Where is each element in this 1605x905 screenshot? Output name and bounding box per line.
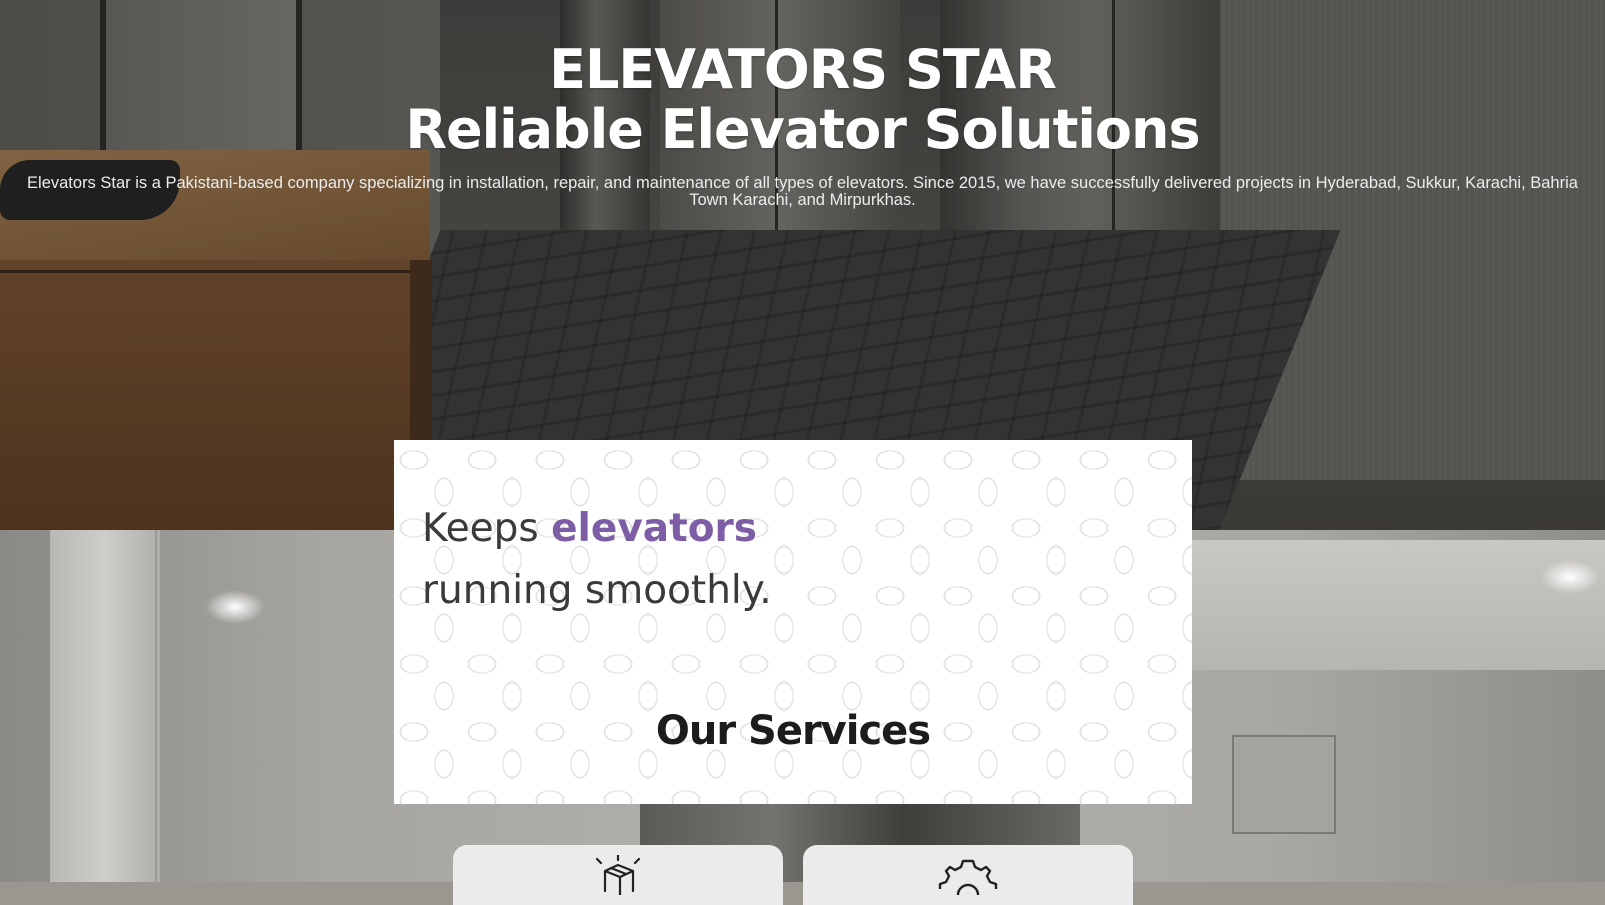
hero-title: ELEVATORS STAR Reliable Elevator Solutio… xyxy=(0,40,1605,160)
services-heading: Our Services xyxy=(655,708,931,754)
hero-title-line2: Reliable Elevator Solutions xyxy=(405,98,1200,161)
intro-tagline: Keeps elevators running smoothly. xyxy=(422,498,772,622)
intro-card: Keeps elevators running smoothly. Our Se… xyxy=(394,440,1192,804)
lobby-bg-wall-panel xyxy=(1232,735,1336,834)
service-card[interactable] xyxy=(453,845,783,905)
lobby-bg-column-edge xyxy=(155,530,157,882)
lobby-bg-ceiling-light xyxy=(1540,560,1600,594)
service-card[interactable] xyxy=(803,845,1133,905)
lobby-bg-ceiling-light xyxy=(205,590,265,624)
lobby-bg-column xyxy=(50,530,160,882)
package-icon xyxy=(591,853,645,900)
tagline-text: running smoothly. xyxy=(422,568,772,613)
tagline-text: Keeps xyxy=(422,506,552,551)
hero-title-line1: ELEVATORS STAR xyxy=(549,38,1057,101)
hero-description: Elevators Star is a Pakistani-based comp… xyxy=(27,174,1578,209)
gear-icon xyxy=(933,855,1003,900)
lobby-bg-ceiling xyxy=(1190,540,1605,670)
tagline-highlight: elevators xyxy=(551,506,757,551)
